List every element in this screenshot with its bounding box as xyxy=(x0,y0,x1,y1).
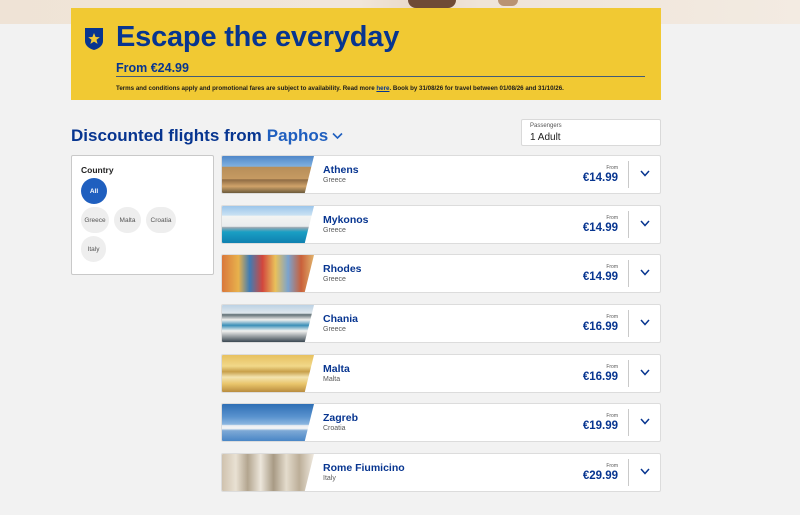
flight-card-chania[interactable]: Chania Greece From €16.99 xyxy=(221,304,661,343)
shield-star-icon xyxy=(85,28,103,50)
destination-name: Mykonos xyxy=(323,214,369,226)
destination-photo xyxy=(222,156,314,193)
price: €29.99 xyxy=(582,470,618,482)
destination-photo xyxy=(222,404,314,441)
destination-name: Zagreb xyxy=(323,412,359,424)
destination-photo xyxy=(222,454,314,491)
page-title: Discounted flights from Paphos xyxy=(71,126,343,146)
destination-photo xyxy=(222,206,314,243)
price: €14.99 xyxy=(582,172,618,184)
promo-terms-text: Terms and conditions apply and promotion… xyxy=(116,85,377,92)
destination-country: Greece xyxy=(323,326,346,333)
filter-chip-italy[interactable]: Italy xyxy=(81,236,106,262)
card-divider xyxy=(628,409,629,436)
promo-from-price: From €24.99 xyxy=(116,61,189,75)
chevron-down-icon[interactable] xyxy=(332,132,343,140)
filter-chip-croatia[interactable]: Croatia xyxy=(146,207,176,233)
promo-banner: Escape the everyday From €24.99 Terms an… xyxy=(71,8,661,100)
filter-title: Country xyxy=(81,165,114,175)
price-from-label: From xyxy=(606,264,618,270)
destination-country: Greece xyxy=(323,227,346,234)
price-from-label: From xyxy=(606,413,618,419)
promo-terms-text-end: . Book by 31/08/26 for travel between 01… xyxy=(389,85,564,92)
price-from-label: From xyxy=(606,215,618,221)
destination-name: Malta xyxy=(323,363,350,375)
flight-card-rome-fiumicino[interactable]: Rome Fiumicino Italy From €29.99 xyxy=(221,453,661,492)
page-title-prefix: Discounted flights from xyxy=(71,126,262,145)
destination-photo xyxy=(222,355,314,392)
flight-card-zagreb[interactable]: Zagreb Croatia From €19.99 xyxy=(221,403,661,442)
filter-chip-all[interactable]: All xyxy=(81,178,107,204)
filter-chip-malta[interactable]: Malta xyxy=(114,207,141,233)
chevron-down-icon[interactable] xyxy=(640,269,650,276)
price: €19.99 xyxy=(582,420,618,432)
terms-link[interactable]: here xyxy=(376,85,389,92)
destination-country: Greece xyxy=(323,177,346,184)
chevron-down-icon[interactable] xyxy=(640,220,650,227)
price: €14.99 xyxy=(582,271,618,283)
price-from-label: From xyxy=(606,165,618,171)
flight-card-mykonos[interactable]: Mykonos Greece From €14.99 xyxy=(221,205,661,244)
destination-photo xyxy=(222,255,314,292)
card-divider xyxy=(628,459,629,486)
card-divider xyxy=(628,161,629,188)
promo-title: Escape the everyday xyxy=(116,21,400,53)
destination-name: Athens xyxy=(323,164,359,176)
flight-card-malta[interactable]: Malta Malta From €16.99 xyxy=(221,354,661,393)
promo-terms: Terms and conditions apply and promotion… xyxy=(116,85,564,92)
chevron-down-icon[interactable] xyxy=(640,418,650,425)
destination-country: Greece xyxy=(323,276,346,283)
price: €16.99 xyxy=(582,321,618,333)
card-divider xyxy=(628,260,629,287)
price-from-label: From xyxy=(606,463,618,469)
passengers-value: 1 Adult xyxy=(530,132,561,143)
origin-city-selector[interactable]: Paphos xyxy=(267,126,328,146)
flight-card-rhodes[interactable]: Rhodes Greece From €14.99 xyxy=(221,254,661,293)
destination-name: Rome Fiumicino xyxy=(323,462,405,474)
price-from-label: From xyxy=(606,364,618,370)
flight-card-athens[interactable]: Athens Greece From €14.99 xyxy=(221,155,661,194)
passengers-field[interactable]: Passengers 1 Adult xyxy=(521,119,661,146)
promo-divider xyxy=(116,76,645,77)
destination-photo xyxy=(222,305,314,342)
card-divider xyxy=(628,211,629,238)
card-divider xyxy=(628,360,629,387)
price-from-label: From xyxy=(606,314,618,320)
destination-country: Croatia xyxy=(323,425,346,432)
chevron-down-icon[interactable] xyxy=(640,468,650,475)
destination-name: Chania xyxy=(323,313,359,325)
price: €16.99 xyxy=(582,371,618,383)
hero-photo-figure-2 xyxy=(498,0,518,6)
destination-country: Malta xyxy=(323,376,341,383)
chevron-down-icon[interactable] xyxy=(640,319,650,326)
destination-country: Italy xyxy=(323,475,336,482)
chevron-down-icon[interactable] xyxy=(640,369,650,376)
filter-chip-greece[interactable]: Greece xyxy=(81,207,109,233)
price: €14.99 xyxy=(582,222,618,234)
card-divider xyxy=(628,310,629,337)
country-filter: Country All Greece Malta Croatia Italy xyxy=(71,155,214,275)
hero-photo-figure xyxy=(408,0,456,8)
chevron-down-icon[interactable] xyxy=(640,170,650,177)
passengers-label: Passengers xyxy=(530,123,562,129)
destination-name: Rhodes xyxy=(323,263,362,275)
